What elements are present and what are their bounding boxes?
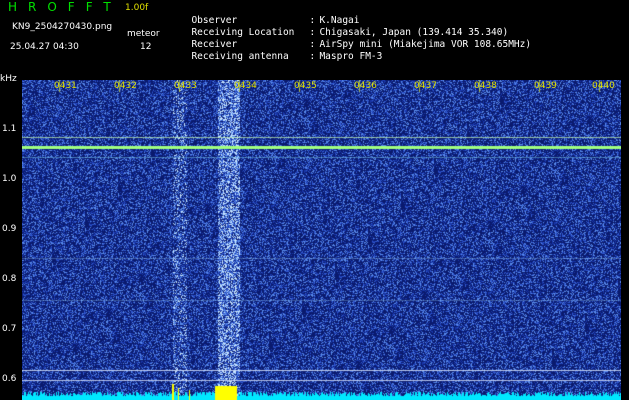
x-tick-label: 0436 (354, 81, 377, 91)
y-tick-label: 0.6 (2, 374, 17, 384)
meteor-count: 12 (140, 42, 152, 52)
x-tick-label: 0435 (294, 81, 317, 91)
app-title: HROFFT (8, 0, 122, 14)
x-tick-label: 0434 (234, 81, 257, 91)
filename-label: KN9_2504270430.png (12, 22, 113, 32)
spectrogram (22, 80, 621, 400)
x-tick-label: 0439 (534, 81, 557, 91)
x-tick-label: 0432 (114, 81, 137, 91)
info-value: Maspro FM-3 (319, 51, 383, 62)
y-tick-label: 0.8 (2, 274, 17, 284)
info-label: Receiving antenna (191, 51, 289, 62)
y-tick-label: 0.7 (2, 324, 17, 334)
timestamp-label: 25.04.27 04:30 (10, 42, 79, 52)
y-tick-label: 1.1 (2, 124, 17, 134)
meteor-label: meteor (127, 29, 160, 39)
x-tick-label: 0440 (592, 81, 615, 91)
x-tick-label: 0437 (414, 81, 437, 91)
version-label: 1.00f (125, 3, 149, 13)
y-tick-label: 1.0 (2, 174, 17, 184)
x-tick-label: 0438 (474, 81, 497, 91)
x-tick-label: 0431 (54, 81, 77, 91)
info-row-antenna: Receiving antenna: Maspro FM-3 (191, 51, 383, 62)
x-tick-label: 0433 (174, 81, 197, 91)
y-tick-label: 0.9 (2, 224, 17, 234)
y-axis-unit: kHz (0, 74, 17, 84)
